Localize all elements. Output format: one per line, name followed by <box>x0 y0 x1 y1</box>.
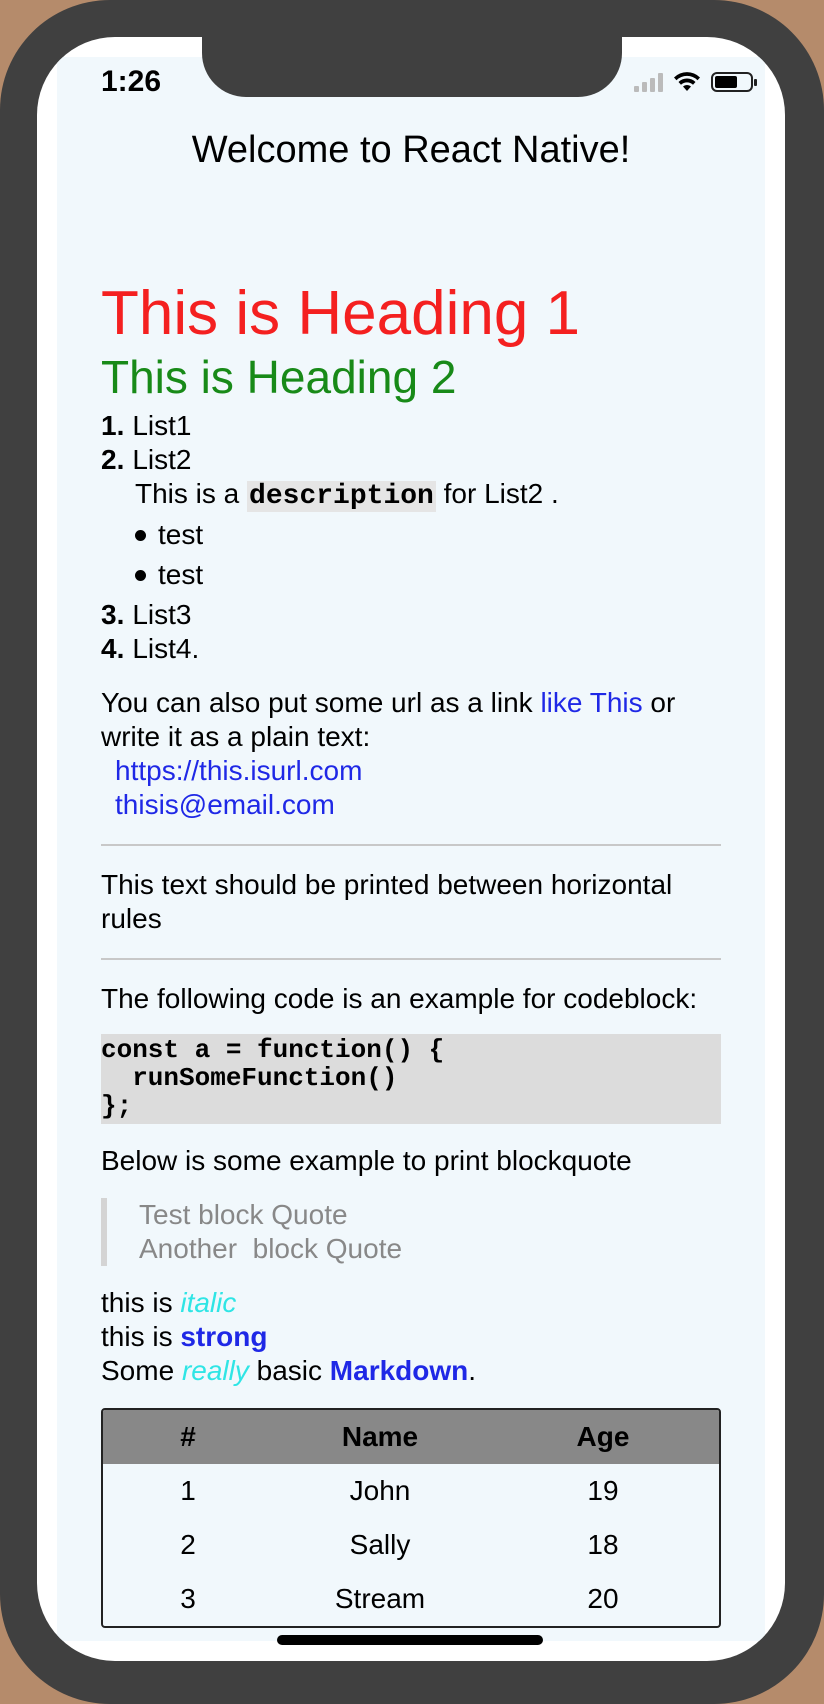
blockquote-line: Test block Quote <box>139 1199 348 1230</box>
screen: 1:26 Welcome to React Native! This is He… <box>37 37 785 1661</box>
battery-icon <box>711 72 757 92</box>
status-icons <box>634 71 757 93</box>
inline-code: description <box>247 481 436 512</box>
table-cell: 19 <box>587 1475 619 1506</box>
notch <box>202 37 622 97</box>
emphasis-text: Some <box>101 1355 175 1386</box>
strong-text: strong <box>180 1321 268 1352</box>
table-header-cell: Name <box>341 1421 419 1452</box>
hr-text: This text should be printed between hori… <box>101 869 673 934</box>
code-intro: The following code is an example for cod… <box>101 983 698 1014</box>
emphasis-text: basic <box>256 1355 323 1386</box>
ordered-list-item: 1. List1 <box>101 409 721 443</box>
table-cell: Sally <box>349 1529 411 1560</box>
ordered-list-item: 4. List4. <box>101 632 721 666</box>
table-row: 2 Sally 18 <box>103 1518 719 1572</box>
emphasis-section: this is italic this is strong Some reall… <box>101 1286 721 1388</box>
list-text: List2 <box>132 444 192 475</box>
inline-link[interactable]: like This <box>540 687 642 718</box>
table-cell: 2 <box>180 1529 196 1560</box>
bullet-text: test <box>158 519 204 550</box>
table-cell: Stream <box>334 1583 426 1614</box>
bullet-dot-icon <box>135 529 146 541</box>
italic-text: really <box>181 1355 249 1386</box>
markdown-content: This is Heading 1 This is Heading 2 1. L… <box>101 283 721 1628</box>
table-cell: 18 <box>587 1529 619 1560</box>
emphasis-prefix: this is <box>101 1287 173 1318</box>
table-row: 1 John 19 <box>103 1464 719 1518</box>
table-row: 3 Stream 20 <box>103 1572 719 1626</box>
link-paragraph: You can also put some url as a link like… <box>101 686 721 822</box>
ordered-list-item: 3. List3 <box>101 598 721 632</box>
table-header-cell: # <box>180 1421 196 1452</box>
list-number: 2. <box>101 444 125 475</box>
bullet-text: test <box>158 559 204 590</box>
list-number: 4. <box>101 633 125 664</box>
description-text: for List2 . <box>443 478 559 509</box>
heading-2: This is Heading 2 <box>101 351 457 403</box>
plain-links: https://this.isurl.com thisis@email.com <box>101 754 721 822</box>
horizontal-rule <box>101 958 721 960</box>
bullet-item: test <box>135 558 721 592</box>
blockquote-intro: Below is some example to print blockquot… <box>101 1145 632 1176</box>
cellular-signal-icon <box>634 72 663 92</box>
strong-line: this is strong <box>101 1320 721 1354</box>
status-time: 1:26 <box>101 65 162 98</box>
list-text: List1 <box>132 410 192 441</box>
bullet-dot-icon <box>135 569 146 581</box>
blockquote: Test block Quote Another block Quote <box>101 1198 721 1266</box>
url-link[interactable]: https://this.isurl.com <box>115 755 362 786</box>
strong-text: Markdown <box>329 1355 469 1386</box>
code-block: const a = function() { runSomeFunction()… <box>101 1034 721 1124</box>
wifi-icon <box>674 72 700 91</box>
email-link[interactable]: thisis@email.com <box>115 789 335 820</box>
list2-description: This is a description for List2 . <box>101 477 721 514</box>
blockquote-line: Another block Quote <box>139 1233 403 1264</box>
table-cell: 1 <box>180 1475 196 1506</box>
bullet-item: test <box>135 518 721 552</box>
table-cell: 20 <box>587 1583 619 1614</box>
list-text: List3 <box>132 599 192 630</box>
table-cell: John <box>349 1475 411 1506</box>
list-number: 3. <box>101 599 125 630</box>
mixed-line: Some really basic Markdown. <box>101 1354 721 1388</box>
bullet-list: test test <box>101 518 721 592</box>
markdown-table: # Name Age 1 John 19 2 Sally 18 3 Stream… <box>101 1408 721 1628</box>
heading-1: This is Heading 1 <box>101 279 581 348</box>
description-text: This is a <box>135 478 240 509</box>
emphasis-end: . <box>468 1355 477 1386</box>
emphasis-prefix: this is <box>101 1321 173 1352</box>
paragraph-text: You can also put some url as a link <box>101 687 533 718</box>
list-number: 1. <box>101 410 125 441</box>
table-header-row: # Name Age <box>103 1410 719 1464</box>
app-title: Welcome to React Native! <box>191 129 631 171</box>
horizontal-rule <box>101 844 721 846</box>
home-indicator[interactable] <box>277 1635 543 1645</box>
table-cell: 3 <box>180 1583 196 1614</box>
list-text: List4. <box>132 633 200 664</box>
ordered-list-item: 2. List2 <box>101 443 721 477</box>
italic-text: italic <box>180 1287 237 1318</box>
italic-line: this is italic <box>101 1286 721 1320</box>
table-header-cell: Age <box>576 1421 630 1452</box>
